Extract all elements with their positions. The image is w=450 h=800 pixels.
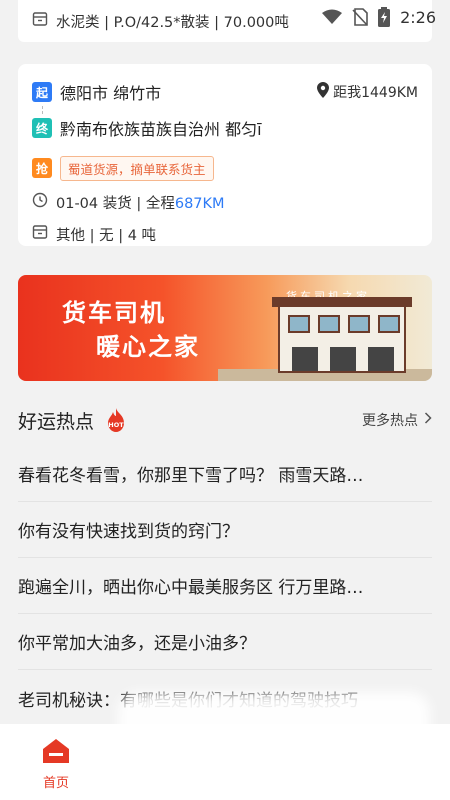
nav-home-tab[interactable]: 首页: [34, 738, 78, 791]
cargo-info: 其他 | 无 | 4 吨: [56, 227, 157, 244]
cargo-info: 水泥类 | P.O/42.5*散装 | 70.000吨: [56, 14, 289, 31]
battery-charging-icon: [378, 7, 391, 27]
home-icon: [42, 738, 70, 768]
no-sim-icon: [352, 8, 368, 26]
hot-badge-text: HOT: [108, 421, 124, 429]
distance-info: 距我1449KM: [317, 82, 418, 102]
banner-title-line2: 暖心之家: [96, 333, 200, 361]
grab-row: 抢 蜀道货源，摘单联系货主: [32, 155, 418, 181]
order-card[interactable]: 起 德阳市 绵竹市 距我1449KM 终 黔南布依族苗族自治州 都匀ī 抢 蜀道…: [18, 64, 432, 246]
topic-item[interactable]: 你平常加大油多，还是小油多？: [18, 614, 432, 670]
topic-item[interactable]: 春看花冬看雪，你那里下雪了吗？ 雨雪天路…: [18, 446, 432, 502]
building-illustration: [272, 297, 412, 373]
end-tag: 终: [32, 118, 52, 138]
distance-text: 距我1449KM: [333, 85, 418, 101]
end-city: 黔南布依族苗族自治州 都匀ī: [60, 120, 262, 139]
start-city: 德阳市 绵竹市: [60, 84, 162, 103]
cargo-icon: [32, 11, 48, 31]
topic-text: 你平常加大油多，还是小油多？: [18, 634, 256, 654]
load-info-row: 01-04 装货 | 全程687KM: [32, 188, 418, 216]
topic-text: 跑遍全川，晒出你心中最美服务区 行万里路…: [18, 578, 364, 598]
cargo-icon: [32, 224, 48, 244]
cargo-row: 其他 | 无 | 4 吨: [32, 220, 418, 248]
status-bar: 2:26: [322, 0, 450, 34]
hot-topic-list: 春看花冬看雪，你那里下雪了吗？ 雨雪天路… 你有没有快速找到货的窍门？ 跑遍全川…: [18, 446, 432, 726]
start-tag: 起: [32, 82, 52, 102]
route-connector: [32, 106, 52, 114]
clock-icon: [32, 192, 48, 212]
chevron-right-icon: [424, 412, 432, 428]
banner-title-line1: 货车司机: [62, 299, 166, 327]
grab-note: 蜀道货源，摘单联系货主: [60, 155, 214, 181]
topic-item[interactable]: 跑遍全川，晒出你心中最美服务区 行万里路…: [18, 558, 432, 614]
hot-fire-icon: HOT: [104, 407, 128, 433]
grab-tag: 抢: [32, 158, 52, 178]
route-end-row: 终 黔南布依族苗族自治州 都匀ī: [32, 114, 418, 142]
wifi-icon: [322, 9, 343, 25]
topic-text: 你有没有快速找到货的窍门？: [18, 522, 239, 542]
topic-text: 春看花冬看雪，你那里下雪了吗？ 雨雪天路…: [18, 466, 364, 486]
more-hot-topics-link[interactable]: 更多热点: [362, 410, 432, 430]
load-date: 01-04 装货 | 全程: [56, 195, 175, 212]
clock: 2:26: [400, 7, 436, 27]
total-distance: 687KM: [174, 195, 225, 212]
more-hot-topics-label: 更多热点: [362, 413, 418, 429]
hot-topics-header: 好运热点 HOT 更多热点: [18, 402, 432, 438]
location-pin-icon: [317, 82, 330, 102]
topic-item[interactable]: 你有没有快速找到货的窍门？: [18, 502, 432, 558]
nav-home-label: 首页: [42, 776, 69, 791]
hot-topics-title: 好运热点: [18, 410, 95, 433]
truck-driver-home-banner[interactable]: 货车司机 暖心之家 货车司机之家: [18, 275, 432, 381]
route-start-row: 起 德阳市 绵竹市 距我1449KM: [32, 78, 418, 106]
blurred-overlay: [118, 692, 430, 772]
